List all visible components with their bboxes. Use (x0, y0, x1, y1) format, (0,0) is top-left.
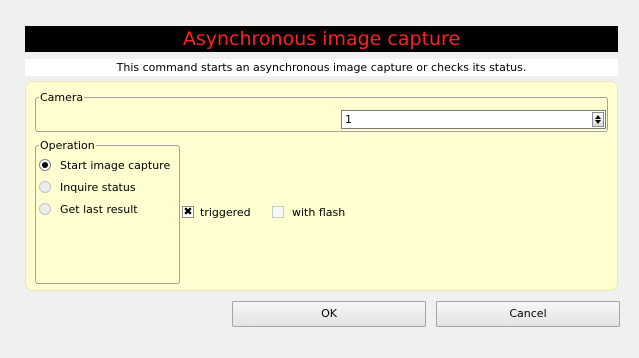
camera-spinbox[interactable]: 1 (341, 110, 606, 129)
triggered-checkbox-row[interactable]: ✖ triggered (182, 204, 251, 220)
radio-label[interactable]: Get last result (60, 203, 138, 216)
operation-group-label: Operation (40, 139, 95, 152)
operation-group: Operation Start image capture Inquire st… (35, 139, 180, 284)
camera-group-label: Camera (40, 91, 84, 104)
cancel-button[interactable]: Cancel (436, 301, 620, 327)
radio-label[interactable]: Start image capture (60, 159, 170, 172)
with-flash-checkbox[interactable] (272, 206, 284, 218)
triggered-label[interactable]: triggered (200, 206, 251, 219)
page-title: Asynchronous image capture (25, 26, 618, 52)
radio-button-icon[interactable] (39, 181, 51, 193)
spin-up-icon[interactable] (595, 115, 601, 119)
radio-get-last-result[interactable]: Get last result (39, 201, 138, 217)
radio-inquire-status[interactable]: Inquire status (39, 179, 136, 195)
settings-panel: Camera 1 Operation Start image capture I… (25, 81, 618, 291)
with-flash-label[interactable]: with flash (292, 206, 345, 219)
camera-group: Camera 1 (35, 91, 608, 132)
ok-button[interactable]: OK (232, 301, 426, 327)
radio-button-icon[interactable] (39, 203, 51, 215)
radio-start-image-capture[interactable]: Start image capture (39, 157, 170, 173)
with-flash-checkbox-row[interactable]: with flash (272, 204, 345, 220)
spinbox-arrows[interactable] (592, 112, 604, 127)
radio-button-icon[interactable] (39, 159, 51, 171)
radio-label[interactable]: Inquire status (60, 181, 136, 194)
spin-down-icon[interactable] (595, 120, 601, 124)
command-description: This command starts an asynchronous imag… (25, 59, 618, 76)
triggered-checkbox[interactable]: ✖ (182, 206, 194, 218)
camera-value[interactable]: 1 (345, 113, 352, 126)
